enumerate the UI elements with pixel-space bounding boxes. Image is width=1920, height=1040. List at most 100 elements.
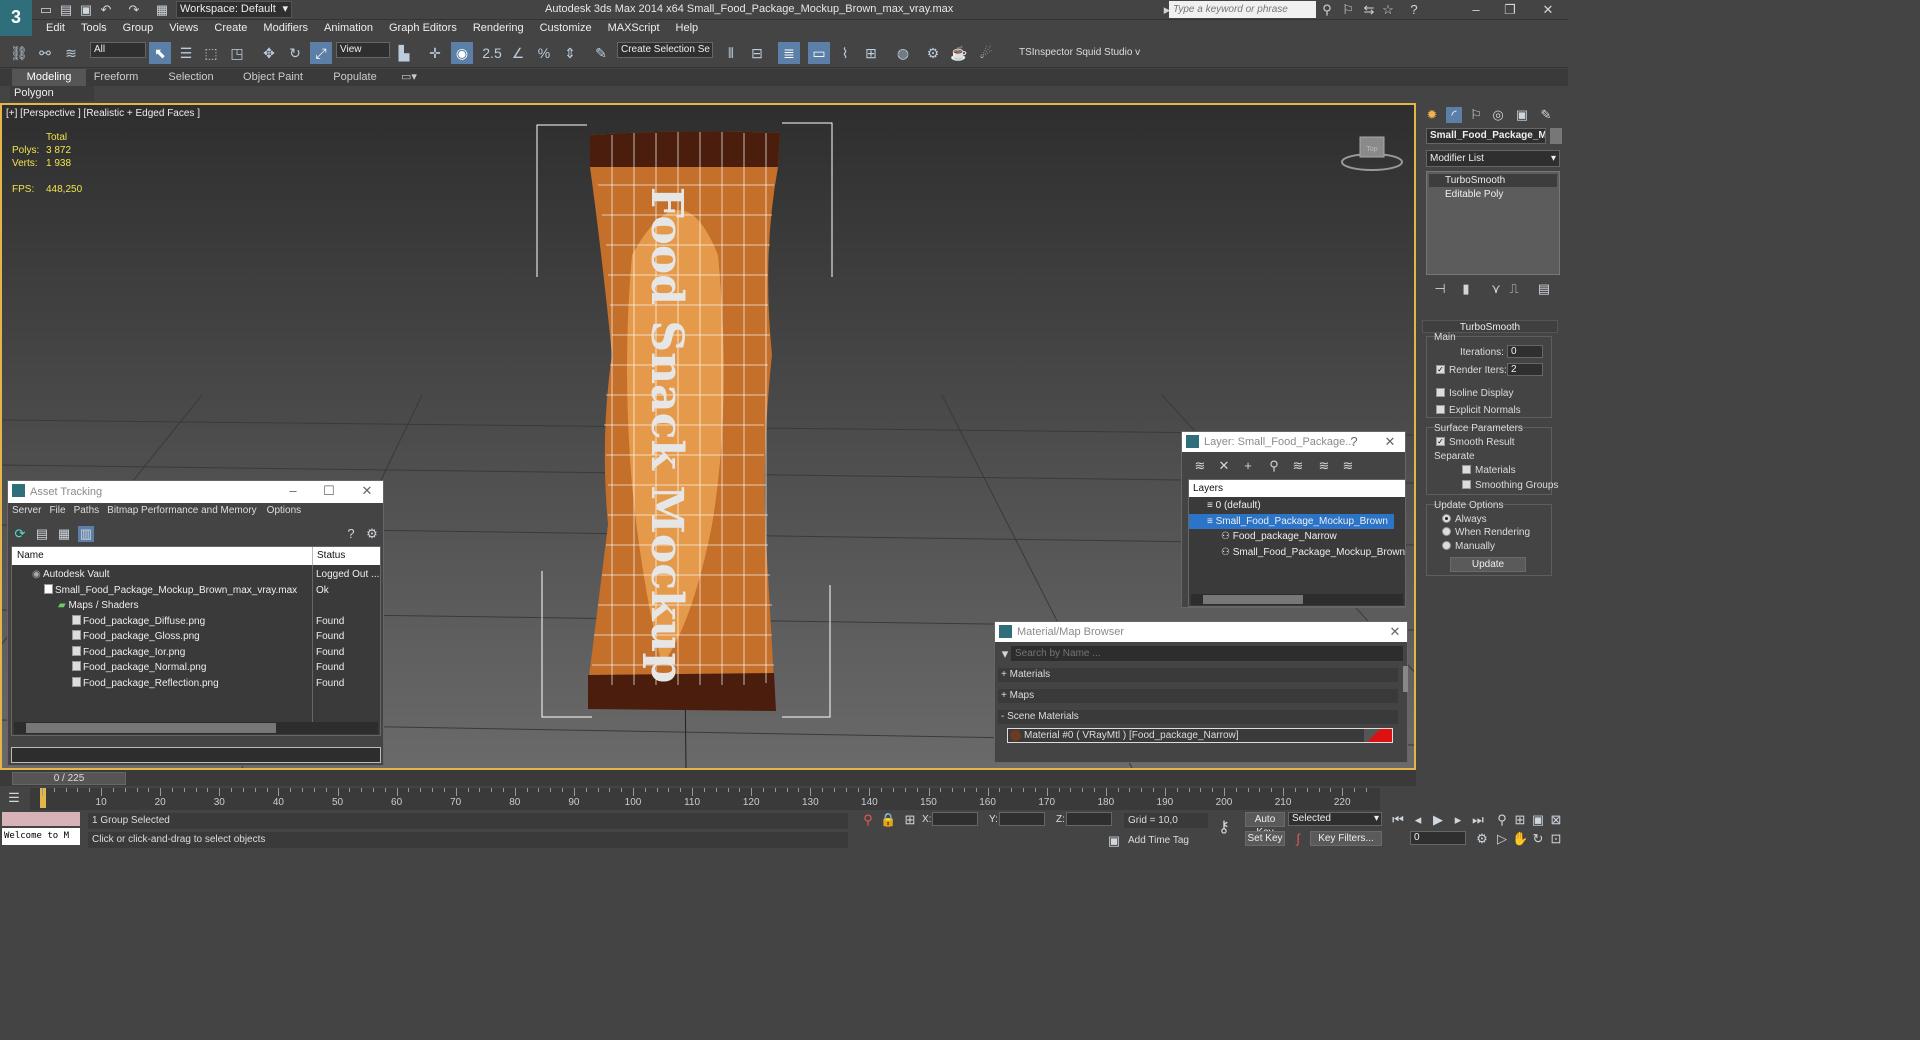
scrollbar-thumb[interactable] — [26, 723, 276, 733]
maximize-icon[interactable]: ☐ — [319, 481, 339, 501]
hierarchy-panel-icon[interactable]: ⚐ — [1468, 107, 1484, 123]
default-tangent-icon[interactable]: ∫ — [1290, 831, 1306, 847]
ribbon-options-icon[interactable]: ▭▾ — [398, 69, 420, 86]
isoline-display-checkbox[interactable] — [1436, 388, 1445, 397]
select-in-layer-icon[interactable]: ⚲ — [1266, 458, 1282, 474]
help-icon[interactable]: ? — [343, 526, 359, 542]
menu-paths[interactable]: Paths — [74, 505, 100, 516]
align-icon[interactable]: ⊟ — [746, 42, 768, 64]
layer-explorer-titlebar[interactable]: Layer: Small_Food_Package... — [1182, 432, 1405, 452]
mirror-icon[interactable]: ⫴ — [720, 42, 742, 64]
layer-manager-icon[interactable]: ≣ — [778, 42, 800, 64]
maps-section[interactable]: + Maps — [998, 689, 1398, 703]
display-panel-icon[interactable]: ▣ — [1514, 107, 1530, 123]
menu-tools[interactable]: Tools — [73, 20, 115, 36]
tab-modeling[interactable]: Modeling — [12, 69, 86, 86]
keyboard-shortcut-override-icon[interactable]: ◉ — [451, 42, 473, 64]
maximize-viewport-icon[interactable]: ⊡ — [1548, 831, 1564, 847]
freeze-layers-icon[interactable]: ≋ — [1340, 458, 1356, 474]
menu-modifiers[interactable]: Modifiers — [255, 20, 316, 36]
zoom-all-icon[interactable]: ⊞ — [1512, 812, 1528, 828]
material-item[interactable]: Material #0 ( VRayMtl ) [Food_package_Na… — [1007, 728, 1393, 743]
help-icon[interactable]: ? — [1344, 432, 1364, 452]
time-tag-icon[interactable]: ▣ — [1106, 833, 1122, 849]
zoom-extents-icon[interactable]: ▣ — [1530, 812, 1546, 828]
scale-icon[interactable]: ⤢ — [310, 42, 332, 64]
selection-lock-icon[interactable]: 🔒 — [880, 812, 896, 828]
asset-path-field[interactable] — [11, 747, 381, 763]
minimize-icon[interactable]: – — [283, 481, 303, 501]
app-logo-icon[interactable]: 3 — [0, 0, 32, 36]
table-row[interactable]: Small_Food_Package_Mockup_Brown_max_vray… — [12, 583, 329, 598]
configure-sets-icon[interactable]: ▤ — [1536, 281, 1552, 297]
edit-named-selection-icon[interactable]: ✎ — [590, 42, 612, 64]
x-coord-field[interactable] — [932, 812, 978, 826]
menu-help[interactable]: Help — [668, 20, 707, 36]
tab-object-paint[interactable]: Object Paint — [236, 69, 310, 86]
new-file-icon[interactable]: ▭ — [38, 2, 54, 18]
undo-icon[interactable]: ↶ — [98, 2, 114, 18]
minimize-icon[interactable]: – — [1468, 2, 1484, 18]
isolate-selection-icon[interactable]: ⚲ — [860, 812, 876, 828]
menu-edit[interactable]: Edit — [38, 20, 73, 36]
field-of-view-icon[interactable]: ▷ — [1494, 831, 1510, 847]
redo-icon[interactable]: ↷ — [126, 2, 142, 18]
smooth-result-checkbox[interactable]: ✓ — [1436, 437, 1445, 446]
pivot-center-icon[interactable]: ▙ — [393, 42, 415, 64]
utilities-panel-icon[interactable]: ✎ — [1538, 107, 1554, 123]
table-row[interactable]: ◉ Autodesk Vault Logged Out ... — [12, 567, 379, 582]
table-row[interactable]: Food_package_Reflection.png Found — [12, 676, 344, 691]
render-production-icon[interactable]: ☄ — [975, 42, 997, 64]
material-search-input[interactable] — [1011, 646, 1403, 661]
object-name-field[interactable]: Small_Food_Package_Mc — [1426, 128, 1546, 144]
menu-customize[interactable]: Customize — [532, 20, 600, 36]
material-browser-titlebar[interactable]: Material/Map Browser — [995, 622, 1407, 642]
time-marker[interactable] — [40, 788, 46, 808]
table-row[interactable]: Food_package_Diffuse.png Found — [12, 614, 344, 629]
help-icon[interactable]: ? — [1406, 2, 1422, 18]
always-radio[interactable] — [1442, 514, 1451, 523]
update-button[interactable]: Update — [1450, 557, 1526, 572]
manually-radio[interactable] — [1442, 541, 1451, 550]
graphite-toggle-icon[interactable]: ▭ — [808, 42, 830, 64]
previous-frame-icon[interactable]: ◂ — [1410, 812, 1426, 828]
refresh-icon[interactable]: ⟳ — [12, 526, 28, 542]
close-icon[interactable]: ✕ — [357, 481, 377, 501]
select-object-icon[interactable]: ⬉ — [149, 42, 171, 64]
layer-row[interactable]: ⚇ Food_package_Narrow — [1189, 529, 1337, 544]
polygon-modeling-panel[interactable]: Polygon Modeling — [10, 86, 94, 114]
favorites-star-icon[interactable]: ☆ — [1380, 2, 1396, 18]
move-icon[interactable]: ✥ — [258, 42, 280, 64]
workspace-dropdown[interactable]: Workspace: Default ▾ — [176, 1, 292, 18]
menu-animation[interactable]: Animation — [316, 20, 381, 36]
explicit-normals-checkbox[interactable] — [1436, 405, 1445, 414]
rectangular-selection-icon[interactable]: ⬚ — [200, 42, 222, 64]
menu-bitmap-performance[interactable]: Bitmap Performance and Memory — [107, 505, 257, 516]
maxscript-listener[interactable]: Welcome to M — [2, 828, 80, 845]
absolute-mode-icon[interactable]: ⊞ — [902, 812, 918, 828]
go-to-end-icon[interactable]: ⏭ — [1470, 812, 1486, 828]
menu-file[interactable]: File — [49, 505, 65, 516]
scene-materials-section[interactable]: - Scene Materials — [998, 710, 1398, 724]
modify-panel-icon[interactable]: ◜ — [1446, 107, 1462, 123]
select-by-name-icon[interactable]: ☰ — [175, 42, 197, 64]
layers-header[interactable]: Layers — [1189, 480, 1405, 497]
next-frame-icon[interactable]: ▸ — [1450, 812, 1466, 828]
render-setup-icon[interactable]: ⚙ — [922, 42, 944, 64]
close-icon[interactable]: ✕ — [1385, 622, 1405, 642]
materials-section[interactable]: + Materials — [998, 668, 1398, 682]
reference-coord-dropdown[interactable]: View — [336, 42, 390, 58]
zoom-icon[interactable]: ⚲ — [1494, 812, 1510, 828]
named-selection-set-dropdown[interactable]: Create Selection Se — [617, 42, 713, 58]
remove-modifier-icon[interactable]: ⎍ — [1506, 281, 1522, 297]
communication-center-icon[interactable]: ⚐ — [1340, 2, 1356, 18]
delete-layer-icon[interactable]: ✕ — [1216, 458, 1232, 474]
create-layer-icon[interactable]: ≋ — [1192, 458, 1208, 474]
motion-panel-icon[interactable]: ◎ — [1490, 107, 1506, 123]
list-view-icon[interactable]: ▤ — [34, 526, 50, 542]
pan-icon[interactable]: ✋ — [1512, 831, 1528, 847]
window-crossing-icon[interactable]: ◳ — [226, 42, 248, 64]
binoculars-icon[interactable]: ⚲ — [1319, 2, 1335, 18]
rendered-frame-window-icon[interactable]: ☕ — [948, 42, 970, 64]
restore-icon[interactable]: ❐ — [1502, 2, 1518, 18]
